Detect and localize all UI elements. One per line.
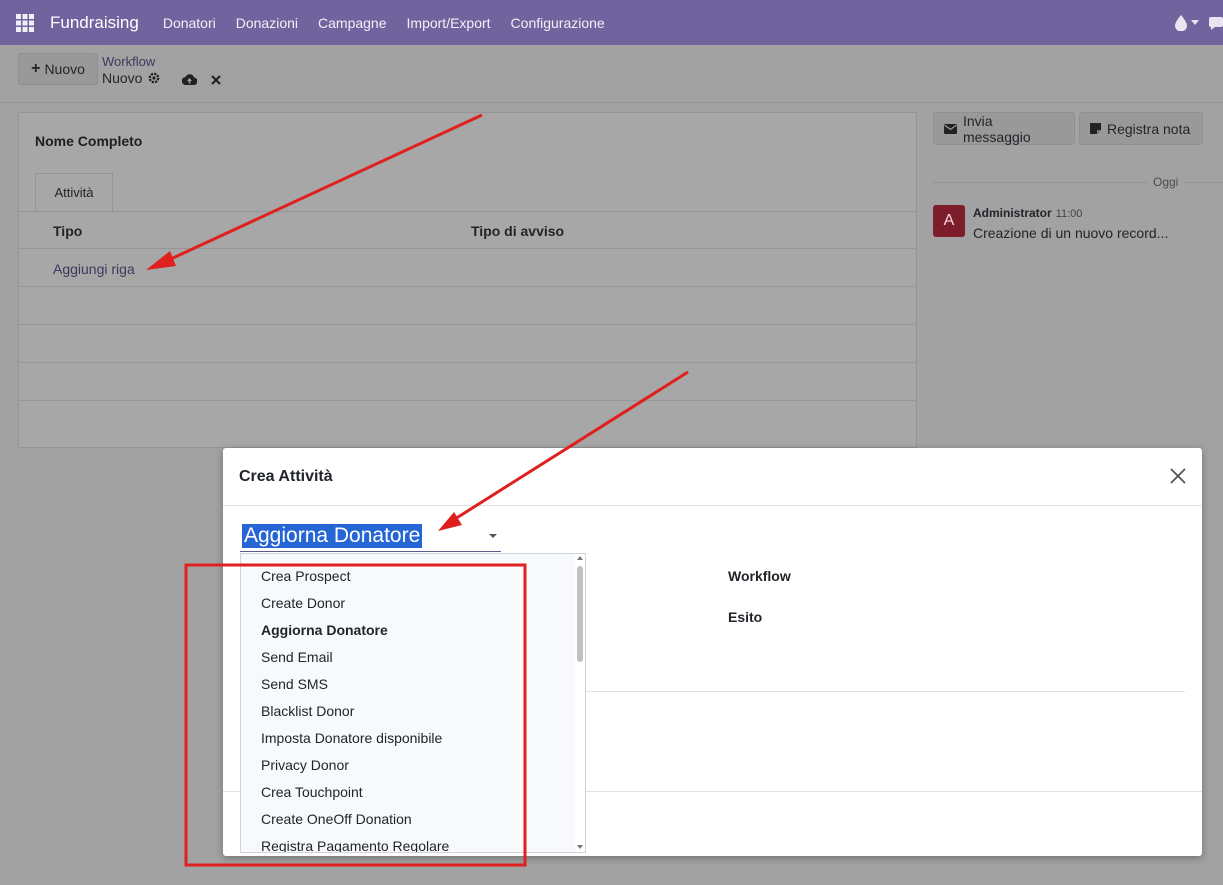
avatar[interactable]: A (933, 205, 965, 237)
activity-type-select[interactable]: Aggiorna Donatore (240, 522, 501, 552)
new-button[interactable]: + Nuovo (18, 53, 98, 85)
dropdown-item[interactable]: Create Donor (261, 595, 345, 611)
record-tools (182, 74, 221, 85)
dropdown-item[interactable]: Create OneOff Donation (261, 811, 412, 827)
control-panel: + Nuovo Workflow Nuovo (0, 45, 1223, 103)
drop-icon (1175, 14, 1187, 31)
tab-divider (19, 211, 916, 212)
dropdown-item[interactable]: Imposta Donatore disponibile (261, 730, 442, 746)
top-navbar: Fundraising Donatori Donazioni Campagne … (0, 0, 1223, 45)
activity-type-dropdown[interactable]: Crea Prospect Create Donor Aggiorna Dona… (240, 553, 586, 853)
column-header-tipo-avviso[interactable]: Tipo di avviso (471, 223, 564, 239)
gear-icon[interactable] (148, 72, 160, 84)
dropdown-item[interactable]: Crea Touchpoint (261, 784, 363, 800)
dropdown-item-selected[interactable]: Aggiorna Donatore (261, 622, 388, 638)
message-author: Administrator 11:00 (973, 206, 1082, 220)
dropdown-item[interactable]: Privacy Donor (261, 757, 349, 773)
send-message-button[interactable]: Invia messaggio (933, 112, 1075, 145)
form-sheet: Nome Completo Attività Tipo Tipo di avvi… (18, 112, 917, 448)
app-brand[interactable]: Fundraising (50, 13, 139, 33)
tab-attivita-label: Attività (54, 185, 94, 200)
tab-attivita[interactable]: Attività (35, 173, 113, 211)
close-icon[interactable] (1168, 466, 1188, 486)
close-icon[interactable] (211, 74, 221, 85)
menu-campagne[interactable]: Campagne (318, 15, 387, 31)
note-icon (1090, 123, 1101, 134)
plus-icon: + (31, 60, 41, 77)
dialog-header: Crea Attività (223, 448, 1202, 506)
table-row (19, 362, 916, 400)
chat-menu[interactable] (1209, 0, 1223, 45)
menu-donazioni[interactable]: Donazioni (236, 15, 298, 31)
caret-down-icon[interactable] (489, 534, 497, 538)
log-note-button[interactable]: Registra nota (1079, 112, 1203, 145)
scrollbar-thumb[interactable] (577, 566, 583, 662)
table-row (19, 286, 916, 324)
dialog-separator (585, 691, 1185, 692)
outcome-field-label: Esito (728, 609, 763, 625)
caret-down-icon (1191, 20, 1199, 25)
dropdown-item[interactable]: Blacklist Donor (261, 703, 354, 719)
column-header-tipo[interactable]: Tipo (53, 223, 82, 239)
avatar-letter: A (943, 212, 955, 229)
add-row-link[interactable]: Aggiungi riga (53, 261, 135, 277)
scroll-up-icon[interactable] (577, 556, 583, 560)
menu-configurazione[interactable]: Configurazione (511, 15, 605, 31)
dropdown-item[interactable]: Send SMS (261, 676, 328, 692)
scroll-down-icon[interactable] (577, 845, 583, 849)
breadcrumb-current: Nuovo (102, 70, 160, 86)
dialog-title: Crea Attività (239, 468, 333, 485)
log-note-label: Registra nota (1107, 120, 1191, 137)
new-button-label: Nuovo (44, 61, 85, 77)
chat-icon (1209, 16, 1223, 30)
breadcrumb-parent[interactable]: Workflow (102, 54, 160, 70)
apps-menu-button[interactable] (0, 0, 50, 45)
activity-menu[interactable] (1175, 14, 1199, 31)
cloud-upload-icon[interactable] (182, 74, 197, 85)
dropdown-item[interactable]: Crea Prospect (261, 568, 350, 584)
full-name-label: Nome Completo (35, 133, 143, 149)
navbar-right (1175, 0, 1223, 45)
send-message-label: Invia messaggio (962, 112, 1031, 145)
table-row (19, 248, 916, 286)
workflow-field-label: Workflow (728, 568, 791, 584)
breadcrumb: Workflow Nuovo (102, 54, 221, 86)
envelope-icon (944, 123, 957, 134)
message-time: 11:00 (1055, 208, 1083, 220)
grid-icon (16, 13, 34, 32)
dropdown-item[interactable]: Registra Pagamento Regolare (261, 838, 449, 852)
date-separator-label: Oggi (1147, 175, 1185, 189)
message-body: Creazione di un nuovo record... (973, 225, 1169, 241)
menu-donatori[interactable]: Donatori (163, 15, 216, 31)
table-row (19, 324, 916, 362)
table-row (19, 400, 916, 438)
menu-import-export[interactable]: Import/Export (407, 15, 491, 31)
activity-type-value[interactable]: Aggiorna Donatore (242, 524, 423, 548)
dropdown-scrollbar[interactable] (575, 554, 585, 852)
author-name[interactable]: Administrator (973, 206, 1052, 220)
dropdown-item[interactable]: Send Email (261, 649, 333, 665)
breadcrumb-current-label: Nuovo (102, 70, 143, 86)
